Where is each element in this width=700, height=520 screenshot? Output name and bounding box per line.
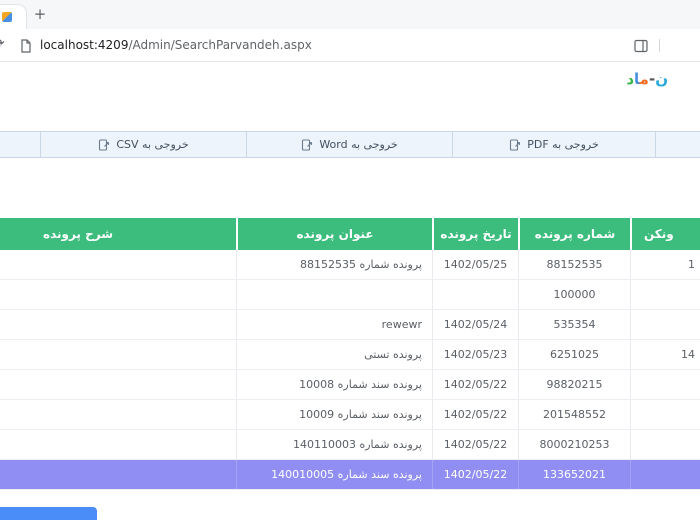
site-info-document-icon[interactable] bbox=[19, 38, 33, 57]
cell-date: 1402/05/22 bbox=[432, 460, 518, 489]
reload-icon[interactable]: ⟳ bbox=[0, 36, 5, 52]
table-row[interactable]: 1 88152535 1402/05/25 پرونده شماره 88152… bbox=[0, 250, 700, 280]
export-csv-button[interactable]: خروجی به CSV bbox=[40, 132, 246, 157]
tab-bar: + bbox=[0, 0, 700, 29]
url-text[interactable]: localhost:4209/Admin/SearchParvandeh.asp… bbox=[40, 29, 312, 61]
header-file-desc: شرح پرونده bbox=[0, 218, 236, 250]
export-icon bbox=[509, 139, 521, 151]
export-csv-label: خروجی به CSV bbox=[116, 138, 188, 151]
cell-extra: 1 bbox=[630, 250, 700, 279]
results-table: ونکن شماره پرونده تاریخ پرونده عنوان پرو… bbox=[0, 218, 700, 490]
site-logo: ن-ماد bbox=[626, 70, 668, 88]
header-file-number: شماره پرونده bbox=[518, 218, 630, 250]
cell-extra bbox=[630, 280, 700, 309]
cell-date: 1402/05/22 bbox=[432, 370, 518, 399]
export-icon bbox=[98, 139, 110, 151]
cell-extra bbox=[630, 400, 700, 429]
export-word-button[interactable]: خروجی به Word bbox=[246, 132, 452, 157]
export-pdf-label: خروجی به PDF bbox=[527, 138, 599, 151]
favicon-icon bbox=[2, 12, 12, 22]
browser-window: + ⟳ localhost:4209/Admin/SearchParvandeh… bbox=[0, 0, 700, 520]
export-icon bbox=[301, 139, 313, 151]
cell-date: 1402/05/23 bbox=[432, 340, 518, 369]
url-host: localhost:4209 bbox=[40, 38, 128, 52]
cell-title: پرونده شماره 140110003 bbox=[236, 430, 432, 459]
cell-number: 535354 bbox=[518, 310, 630, 339]
logo-letter: ن bbox=[655, 70, 668, 88]
cell-number: 201548552 bbox=[518, 400, 630, 429]
cell-desc bbox=[0, 370, 236, 399]
side-panel-icon[interactable] bbox=[634, 38, 648, 57]
table-row[interactable]: 201548552 1402/05/22 پرونده سند شماره 10… bbox=[0, 400, 700, 430]
table-row[interactable]: 98820215 1402/05/22 پرونده سند شماره 100… bbox=[0, 370, 700, 400]
cell-number: 6251025 bbox=[518, 340, 630, 369]
cell-extra bbox=[630, 460, 700, 489]
export-toolbar: خروجی به PDF خروجی به Word خروجی به CSV bbox=[0, 131, 700, 158]
cell-title: پرونده سند شماره 10009 bbox=[236, 400, 432, 429]
header-extra-column: ونکن bbox=[630, 218, 700, 250]
cell-extra bbox=[630, 310, 700, 339]
table-row[interactable]: 14 6251025 1402/05/23 پرونده تستی bbox=[0, 340, 700, 370]
cell-title: پرونده تستی bbox=[236, 340, 432, 369]
cell-desc bbox=[0, 430, 236, 459]
cell-number: 133652021 bbox=[518, 460, 630, 489]
cell-extra: 14 bbox=[630, 340, 700, 369]
cell-desc bbox=[0, 310, 236, 339]
header-file-title: عنوان پرونده bbox=[236, 218, 432, 250]
cell-extra bbox=[630, 430, 700, 459]
url-path: /Admin/SearchParvandeh.aspx bbox=[128, 38, 311, 52]
address-bar[interactable]: ⟳ localhost:4209/Admin/SearchParvandeh.a… bbox=[0, 29, 700, 62]
cell-date bbox=[432, 280, 518, 309]
cell-date: 1402/05/22 bbox=[432, 400, 518, 429]
cell-desc bbox=[0, 250, 236, 279]
cell-title: پرونده شماره 88152535 bbox=[236, 250, 432, 279]
new-tab-button[interactable]: + bbox=[31, 5, 49, 23]
cell-title: rewewr bbox=[236, 310, 432, 339]
export-button-partial-left[interactable] bbox=[0, 132, 40, 157]
cell-title bbox=[236, 280, 432, 309]
cell-date: 1402/05/22 bbox=[432, 430, 518, 459]
cell-number: 100000 bbox=[518, 280, 630, 309]
cell-desc bbox=[0, 460, 236, 489]
export-button-partial-right[interactable] bbox=[655, 132, 700, 157]
header-file-date: تاریخ پرونده bbox=[432, 218, 518, 250]
cell-desc bbox=[0, 400, 236, 429]
table-row[interactable]: 8000210253 1402/05/22 پرونده شماره 14011… bbox=[0, 430, 700, 460]
table-row[interactable]: 100000 bbox=[0, 280, 700, 310]
cell-date: 1402/05/24 bbox=[432, 310, 518, 339]
browser-tab[interactable] bbox=[0, 4, 27, 29]
cell-number: 8000210253 bbox=[518, 430, 630, 459]
cell-number: 88152535 bbox=[518, 250, 630, 279]
cell-desc bbox=[0, 280, 236, 309]
logo-letter: د bbox=[626, 70, 634, 88]
cell-desc bbox=[0, 340, 236, 369]
cell-date: 1402/05/25 bbox=[432, 250, 518, 279]
export-pdf-button[interactable]: خروجی به PDF bbox=[452, 132, 655, 157]
export-word-label: خروجی به Word bbox=[319, 138, 397, 151]
table-row-selected[interactable]: 133652021 1402/05/22 پرونده سند شماره 14… bbox=[0, 460, 700, 490]
page-content: ن-ماد خروجی به PDF خروجی به Word خروجی ب… bbox=[0, 62, 700, 520]
logo-letter: م bbox=[640, 70, 649, 88]
table-header-row: ونکن شماره پرونده تاریخ پرونده عنوان پرو… bbox=[0, 218, 700, 250]
cell-title: پرونده سند شماره 140010005 bbox=[236, 460, 432, 489]
pagination-bar[interactable] bbox=[0, 507, 97, 520]
table-row[interactable]: 535354 1402/05/24 rewewr bbox=[0, 310, 700, 340]
cell-extra bbox=[630, 370, 700, 399]
cell-number: 98820215 bbox=[518, 370, 630, 399]
cell-title: پرونده سند شماره 10008 bbox=[236, 370, 432, 399]
addressbar-divider bbox=[659, 39, 660, 52]
